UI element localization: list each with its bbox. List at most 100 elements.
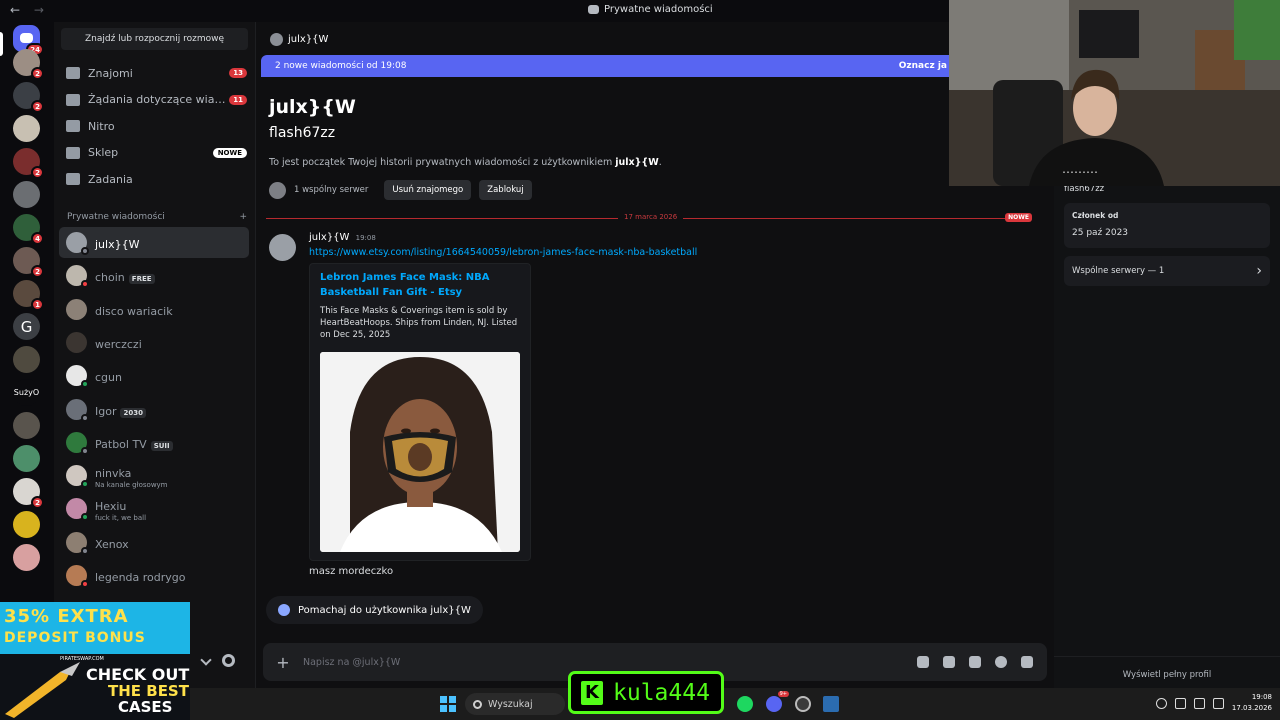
windows-start-icon[interactable] (440, 696, 456, 712)
home-button[interactable]: 24 (13, 25, 44, 56)
obs-icon[interactable] (795, 696, 811, 712)
server-icon[interactable] (13, 115, 40, 142)
attach-plus-icon[interactable]: + (263, 653, 303, 672)
status-indicator (81, 446, 89, 455)
dm-text: julx}{W (95, 233, 139, 252)
server-badge: 2 (31, 166, 44, 179)
nav-quests[interactable]: Zadania (60, 167, 250, 191)
dm-item[interactable]: Xenox (59, 527, 249, 558)
server-icon[interactable]: 2 (13, 478, 44, 509)
nav-friends[interactable]: Znajomi 13 (60, 61, 250, 85)
dm-item[interactable]: cgun (59, 360, 249, 391)
status-indicator (81, 580, 89, 588)
apps-icon[interactable] (1021, 656, 1033, 668)
server-icon[interactable]: 2 (13, 49, 44, 80)
message-author[interactable]: julx}{W (309, 232, 349, 243)
server-icon[interactable] (13, 346, 40, 373)
chevron-down-icon[interactable] (200, 654, 212, 666)
taskbar-search[interactable]: Wyszukaj (465, 693, 565, 715)
back-arrow-icon[interactable]: ← (10, 3, 20, 17)
nav-message-requests[interactable]: Żądania dotyczące wiadomości11 (60, 88, 250, 112)
dm-text: choin FREE (95, 266, 155, 285)
mutual-servers-row[interactable]: Wspólne serwery — 1 › (1064, 256, 1270, 286)
ad-top: 35% EXTRA DEPOSIT BONUS (0, 602, 190, 654)
microphone-icon[interactable] (1174, 697, 1186, 709)
discord-home-icon (20, 33, 33, 43)
new-messages-bar[interactable]: 2 nowe wiadomości od 19:08 Oznacz ja (261, 55, 961, 77)
avatar (66, 565, 89, 588)
view-full-profile-button[interactable]: Wyświetl pełny profil (1054, 656, 1280, 680)
casino-ad-banner[interactable]: 35% EXTRA DEPOSIT BONUS PIRATESWAP.COM C… (0, 602, 190, 720)
add-dm-icon[interactable]: + (239, 212, 247, 222)
chat-header: julx}{W (256, 22, 1054, 56)
dm-item[interactable]: Igor 2030 (59, 394, 249, 425)
mutual-servers-link[interactable]: 1 wspólny serwer (294, 185, 368, 195)
server-icon[interactable]: 2 (13, 247, 44, 278)
mutual-server-icon (269, 181, 286, 199)
server-icon[interactable] (13, 445, 40, 472)
server-badge: 2 (31, 496, 44, 509)
volume-icon[interactable] (1212, 697, 1224, 709)
discord-taskbar-icon[interactable]: 9+ (766, 691, 789, 712)
dm-status-text: fuck it, we ball (95, 514, 147, 523)
server-glyph: G (20, 317, 33, 336)
spotify-icon[interactable] (737, 696, 753, 712)
clock-date: 17.03.2026 (1231, 704, 1272, 712)
dm-item[interactable]: ninvka Na kanale głosowym (59, 460, 249, 491)
dm-item[interactable]: julx}{W (59, 227, 249, 258)
server-icon[interactable] (13, 181, 40, 208)
dm-item[interactable]: werczczi (59, 327, 249, 358)
server-icon[interactable]: 2 (13, 82, 44, 113)
dm-name: julx}{W (95, 238, 140, 251)
dm-text: Xenox (95, 533, 129, 552)
message-link[interactable]: https://www.etsy.com/listing/1664540059/… (309, 247, 697, 258)
mark-read-button[interactable]: Oznacz ja (899, 61, 947, 71)
server-icon[interactable] (13, 511, 40, 538)
find-conversation-button[interactable]: Znajdź lub rozpocznij rozmowę (61, 28, 248, 50)
dm-item[interactable]: Hexiu fuck it, we ball (59, 493, 249, 524)
message-avatar[interactable] (269, 234, 296, 261)
emoji-icon[interactable] (995, 656, 1007, 668)
embed-image[interactable] (320, 352, 520, 552)
remove-friend-button[interactable]: Usuń znajomego (384, 180, 472, 200)
nav-label: Zadania (88, 172, 133, 186)
server-badge: 1 (31, 298, 44, 311)
server-icon[interactable]: 2 (13, 148, 44, 179)
nav-shop[interactable]: Sklep NOWE (60, 141, 250, 165)
powershell-icon[interactable] (823, 696, 839, 712)
face-mask-photo (320, 352, 520, 552)
nav-nitro[interactable]: Nitro (60, 114, 250, 138)
avatar (66, 232, 89, 255)
server-icon[interactable]: 4 (13, 214, 44, 245)
message-time: 19:08 (355, 234, 376, 242)
server-icon[interactable]: G (13, 313, 40, 340)
nav-count-badge: 11 (229, 94, 247, 105)
sticker-icon[interactable] (969, 656, 981, 668)
dm-item[interactable]: legenda rodrygo (59, 560, 249, 591)
dm-item[interactable]: Patbol TV SUII (59, 427, 249, 458)
server-icon[interactable] (13, 412, 40, 439)
block-button[interactable]: Zablokuj (479, 180, 532, 200)
dm-text: Patbol TV SUII (95, 433, 173, 452)
forward-arrow-icon[interactable]: → (34, 3, 44, 17)
dm-item[interactable]: choin FREE (59, 260, 249, 291)
settings-gear-icon[interactable] (222, 654, 235, 667)
gif-icon[interactable] (943, 656, 955, 668)
sync-icon[interactable] (1155, 697, 1167, 709)
ad-brand: PIRATESWAP.COM (60, 656, 104, 662)
server-badge: 2 (31, 265, 44, 278)
dm-item[interactable]: disco wariacik (59, 294, 249, 325)
webcam-feed: ⋯⋯⋯ (949, 0, 1280, 186)
kick-logo-icon: K (581, 680, 603, 705)
server-icon[interactable] (13, 544, 40, 571)
message-input[interactable]: Napisz na @julx}{W (303, 657, 917, 668)
hoodie-print: ⋯⋯⋯ (1062, 165, 1098, 179)
wave-button[interactable]: Pomachaj do użytkownika julx}{W (266, 596, 483, 624)
clock[interactable]: 19:08 17.03.2026 (1232, 692, 1272, 714)
server-icon[interactable]: 1 (13, 280, 44, 311)
dm-text: Igor 2030 (95, 400, 146, 419)
server-icon[interactable]: SużyO (13, 379, 40, 406)
network-icon[interactable] (1193, 697, 1205, 709)
gift-icon[interactable] (917, 656, 929, 668)
embed-title[interactable]: Lebron James Face Mask: NBA Basketball F… (320, 270, 525, 300)
